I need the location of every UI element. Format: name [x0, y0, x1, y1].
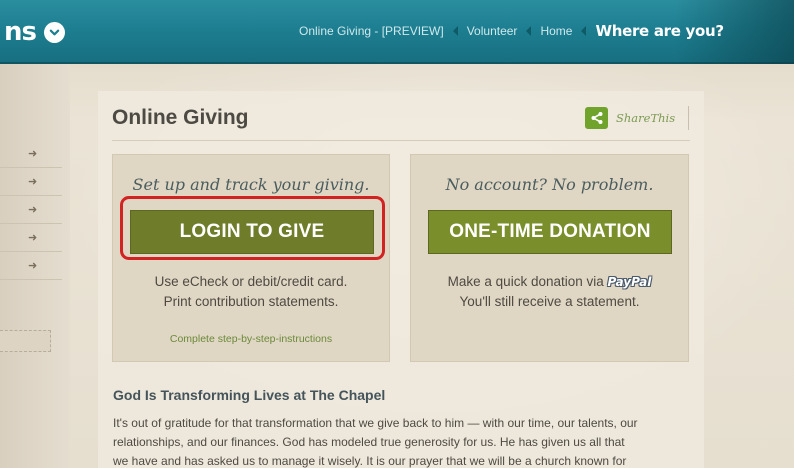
donation-desc-prefix: Make a quick donation via	[447, 274, 604, 289]
main-nav: Online Giving - [PREVIEW] Volunteer Home…	[299, 20, 724, 42]
sidebar-item[interactable]: ➜	[0, 140, 62, 168]
body-line: relationships, and our finances. God has…	[113, 435, 625, 449]
section-body: It's out of gratitude for that transform…	[113, 414, 713, 468]
donation-desc-line: Make a quick donation via PayPal	[411, 272, 688, 292]
nav-item-volunteer[interactable]: Volunteer	[467, 24, 518, 38]
arrow-right-icon: ➜	[28, 148, 38, 160]
login-card-description: Use eCheck or debit/credit card. Print c…	[113, 272, 389, 312]
login-button-highlight	[120, 196, 385, 260]
share-icon	[585, 107, 608, 129]
paypal-logo: PayPal	[607, 275, 652, 289]
login-card-heading: Set up and track your giving.	[132, 175, 370, 194]
donation-card-description: Make a quick donation via PayPal You'll …	[411, 272, 688, 312]
page-title: Online Giving	[112, 106, 249, 129]
section-heading: God Is Transforming Lives at The Chapel	[113, 387, 386, 403]
sidebar-search-box[interactable]	[0, 330, 51, 352]
nav-separator-icon	[452, 26, 458, 36]
instructions-link[interactable]: Complete step-by-step-instructions	[113, 333, 389, 345]
sidebar-menu: ➜ ➜ ➜ ➜ ➜	[0, 140, 62, 280]
title-divider	[112, 140, 690, 141]
logo-text: ns	[4, 17, 37, 47]
sidebar-item[interactable]: ➜	[0, 224, 62, 252]
nav-item-home[interactable]: Home	[540, 24, 572, 38]
arrow-right-icon: ➜	[28, 260, 38, 272]
nav-separator-icon	[581, 26, 587, 36]
share-label: ShareThis	[616, 111, 676, 125]
donation-desc-line: You'll still receive a statement.	[459, 294, 640, 309]
chevron-down-icon[interactable]	[44, 21, 65, 43]
donation-card: No account? No problem. ONE-TIME DONATIO…	[410, 154, 689, 362]
body-line: we have and has asked us to manage it wi…	[113, 454, 627, 468]
body-line: It's out of gratitude for that transform…	[113, 416, 638, 430]
nav-item-online-giving[interactable]: Online Giving - [PREVIEW]	[299, 24, 444, 38]
arrow-right-icon: ➜	[28, 204, 38, 216]
donation-card-heading: No account? No problem.	[445, 175, 654, 194]
nav-separator-icon	[526, 26, 532, 36]
login-desc-line: Use eCheck or debit/credit card.	[154, 274, 348, 289]
one-time-donation-button[interactable]: ONE-TIME DONATION	[428, 210, 672, 254]
sidebar-item[interactable]: ➜	[0, 168, 62, 196]
sidebar-item[interactable]: ➜	[0, 196, 62, 224]
arrow-right-icon: ➜	[28, 232, 38, 244]
sidebar-item[interactable]: ➜	[0, 252, 62, 280]
where-are-you-menu[interactable]: Where are you?	[595, 22, 724, 40]
login-desc-line: Print contribution statements.	[163, 294, 339, 309]
share-this-button[interactable]: ShareThis	[585, 106, 690, 130]
site-logo[interactable]: ns	[4, 14, 65, 50]
arrow-right-icon: ➜	[28, 176, 38, 188]
